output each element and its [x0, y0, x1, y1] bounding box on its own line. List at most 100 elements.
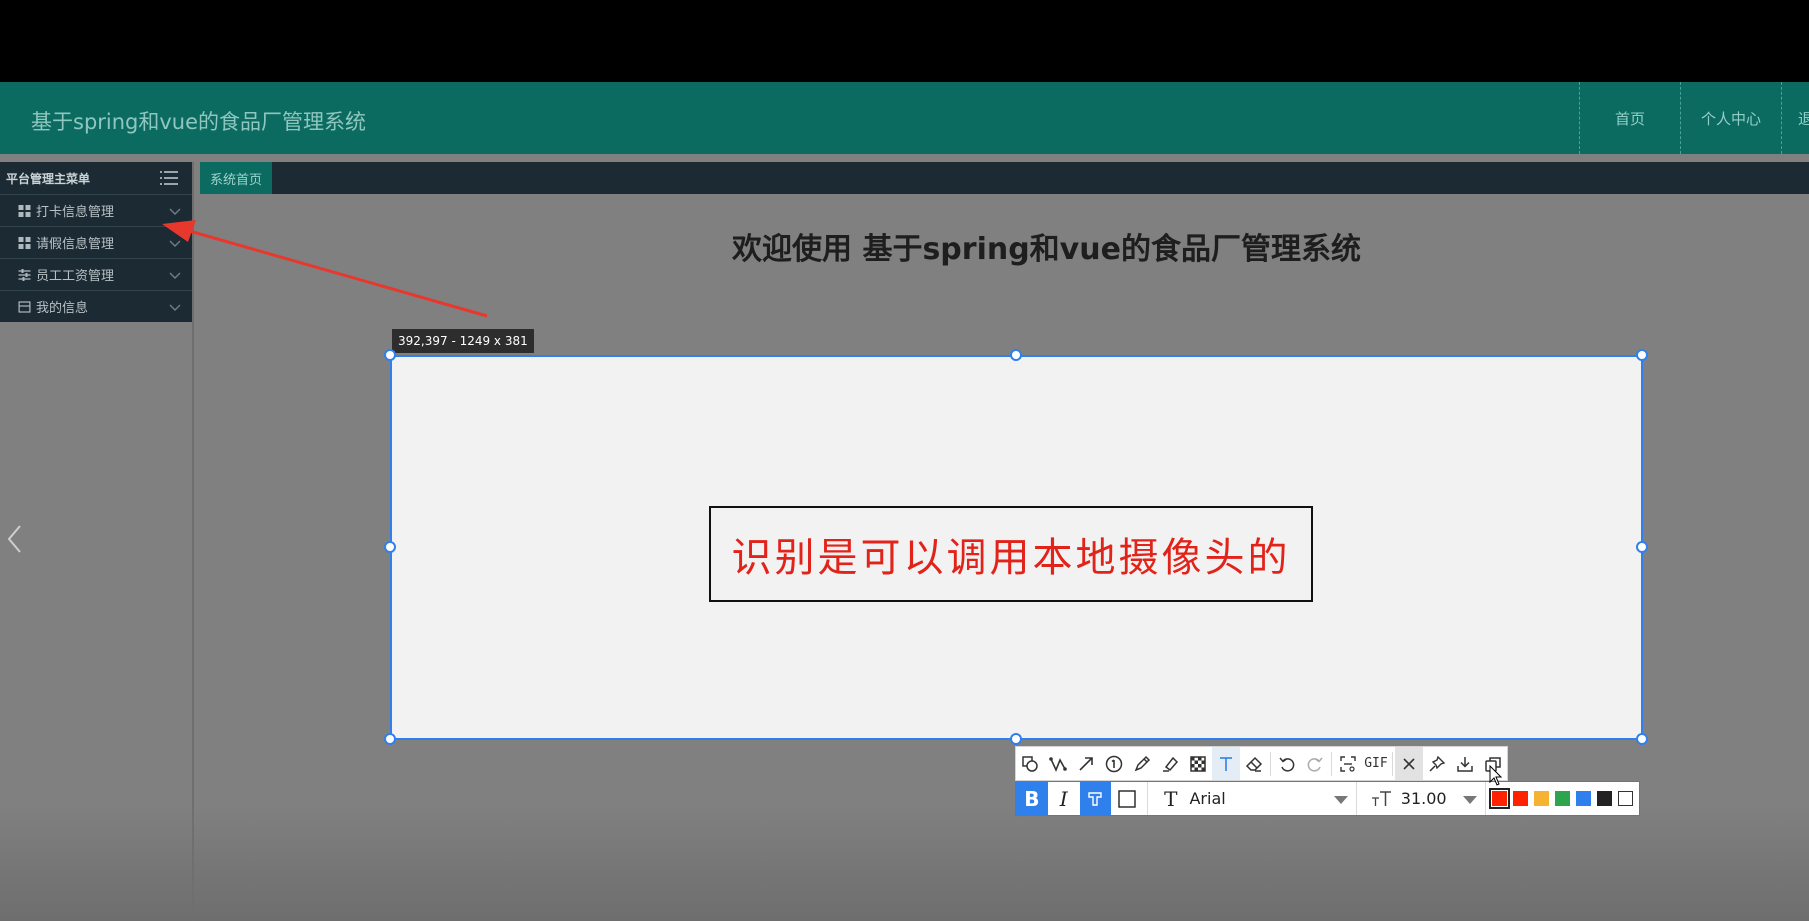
pin-icon: [1429, 755, 1446, 772]
text-icon: [1220, 756, 1233, 771]
eraser-tool[interactable]: [1240, 747, 1268, 780]
resize-handle-bottom-right[interactable]: [1636, 733, 1648, 745]
selection-size-readout: 392,397 - 1249 x 381: [392, 329, 534, 353]
toolbar-separator: [1331, 751, 1332, 776]
app-header: 基于spring和vue的食品厂管理系统 首页 个人中心 退: [0, 82, 1809, 154]
text-outline-toggle[interactable]: [1079, 782, 1112, 815]
sliders-icon: [18, 268, 31, 281]
arrow-icon: [1079, 756, 1093, 771]
highlighter-tool[interactable]: [1156, 747, 1184, 780]
sidebar-item-label: 我的信息: [36, 301, 89, 316]
toolbar-separator: [1391, 751, 1393, 776]
chevron-down-icon: [169, 240, 181, 247]
color-swatch-black[interactable]: [1597, 791, 1612, 806]
text-style-toolbar: B I T Arial 31.00: [1015, 781, 1640, 816]
background-box-icon: [1118, 789, 1136, 808]
welcome-heading: 欢迎使用 基于spring和vue的食品厂管理系统: [732, 232, 1361, 267]
card-icon: [18, 300, 31, 313]
color-swatch-red[interactable]: [1513, 791, 1528, 806]
text-tool[interactable]: [1212, 747, 1241, 780]
tab-bar: 系统首页: [200, 162, 1809, 194]
sidebar-heading: 平台管理主菜单: [0, 162, 192, 194]
screen: 基于spring和vue的食品厂管理系统 首页 个人中心 退 平台管理主菜单 打…: [0, 0, 1809, 921]
font-size-icon: [1371, 790, 1391, 806]
grid-icon: [18, 236, 31, 249]
sidebar-item-my-info[interactable]: 我的信息: [0, 290, 192, 322]
chevron-left-icon[interactable]: [6, 524, 22, 554]
polyline-tool[interactable]: [1044, 747, 1072, 780]
shape-tool[interactable]: [1016, 747, 1044, 780]
color-palette: [1485, 782, 1639, 815]
color-swatch-blue[interactable]: [1576, 791, 1591, 806]
chevron-down-icon: [169, 272, 181, 279]
nav-profile[interactable]: 个人中心: [1680, 82, 1781, 154]
sidebar-item-leave[interactable]: 请假信息管理: [0, 226, 192, 258]
dropdown-caret-icon: [1463, 796, 1477, 804]
font-family-select[interactable]: T Arial: [1147, 782, 1356, 815]
capture-toolbar: GIF: [1015, 746, 1508, 781]
nav-logout[interactable]: 退: [1781, 82, 1809, 154]
resize-handle-right[interactable]: [1636, 541, 1648, 553]
highlighter-icon: [1163, 756, 1179, 772]
mouse-cursor-icon: [1489, 765, 1503, 786]
number-tool[interactable]: [1100, 747, 1128, 780]
chevron-down-icon: [169, 304, 181, 311]
eraser-icon: [1246, 756, 1263, 772]
ocr-button[interactable]: [1334, 747, 1362, 780]
pin-button[interactable]: [1423, 747, 1451, 780]
resize-handle-top-left[interactable]: [384, 349, 396, 361]
active-color-swatch[interactable]: [1489, 788, 1510, 809]
sidebar-item-label: 打卡信息管理: [36, 205, 115, 220]
redo-button[interactable]: [1301, 747, 1329, 780]
pen-icon: [1134, 755, 1151, 771]
tab-home[interactable]: 系统首页: [200, 162, 273, 194]
font-size-value: 31.00: [1400, 789, 1447, 808]
sidebar-divider: [192, 162, 194, 921]
mosaic-icon: [1190, 755, 1206, 772]
mosaic-tool[interactable]: [1184, 747, 1212, 780]
color-swatch-green[interactable]: [1555, 791, 1570, 806]
undo-icon: [1279, 757, 1295, 772]
ocr-icon: [1340, 755, 1356, 772]
resize-handle-top-right[interactable]: [1636, 349, 1648, 361]
resize-handle-bottom[interactable]: [1010, 733, 1022, 745]
arrow-tool[interactable]: [1072, 747, 1100, 780]
dropdown-caret-icon: [1333, 796, 1348, 804]
text-annotation-box[interactable]: 识别是可以调用本地摄像头的: [709, 506, 1313, 602]
grid-icon: [18, 204, 31, 217]
resize-handle-left[interactable]: [384, 541, 396, 553]
download-icon: [1457, 756, 1473, 772]
sidebar-item-salary[interactable]: 员工工资管理: [0, 258, 192, 290]
close-icon: [1403, 757, 1415, 770]
text-annotation[interactable]: 识别是可以调用本地摄像头的: [732, 525, 1291, 583]
font-icon: T: [1164, 786, 1178, 811]
app-title: 基于spring和vue的食品厂管理系统: [31, 110, 367, 134]
color-swatch-white[interactable]: [1618, 791, 1633, 806]
gif-label: GIF: [1364, 756, 1388, 771]
color-swatch-yellow[interactable]: [1534, 791, 1549, 806]
menu-list-icon[interactable]: [160, 171, 178, 185]
redo-icon: [1307, 757, 1323, 772]
outline-text-icon: [1088, 791, 1103, 806]
close-button[interactable]: [1394, 747, 1423, 780]
gif-button[interactable]: GIF: [1362, 747, 1390, 780]
resize-handle-top[interactable]: [1010, 349, 1022, 361]
sidebar: 平台管理主菜单 打卡信息管理 请假信息管理 员工工资管理 我的信息: [0, 162, 192, 322]
number-marker-icon: [1105, 755, 1123, 772]
sidebar-heading-label: 平台管理主菜单: [6, 171, 91, 186]
download-button[interactable]: [1451, 747, 1479, 780]
chevron-down-icon: [169, 208, 181, 215]
resize-handle-bottom-left[interactable]: [384, 733, 396, 745]
undo-button[interactable]: [1273, 747, 1301, 780]
toolbar-separator: [1270, 751, 1272, 776]
font-size-select[interactable]: 31.00: [1355, 782, 1485, 815]
pen-tool[interactable]: [1128, 747, 1156, 780]
sidebar-item-label: 请假信息管理: [36, 237, 115, 252]
sidebar-item-label: 员工工资管理: [36, 269, 115, 284]
shape-icon: [1022, 755, 1038, 772]
text-background-toggle[interactable]: [1111, 782, 1143, 815]
sidebar-item-checkin[interactable]: 打卡信息管理: [0, 194, 192, 226]
bold-toggle[interactable]: B: [1016, 782, 1048, 815]
nav-home[interactable]: 首页: [1579, 82, 1680, 154]
italic-toggle[interactable]: I: [1048, 782, 1080, 815]
